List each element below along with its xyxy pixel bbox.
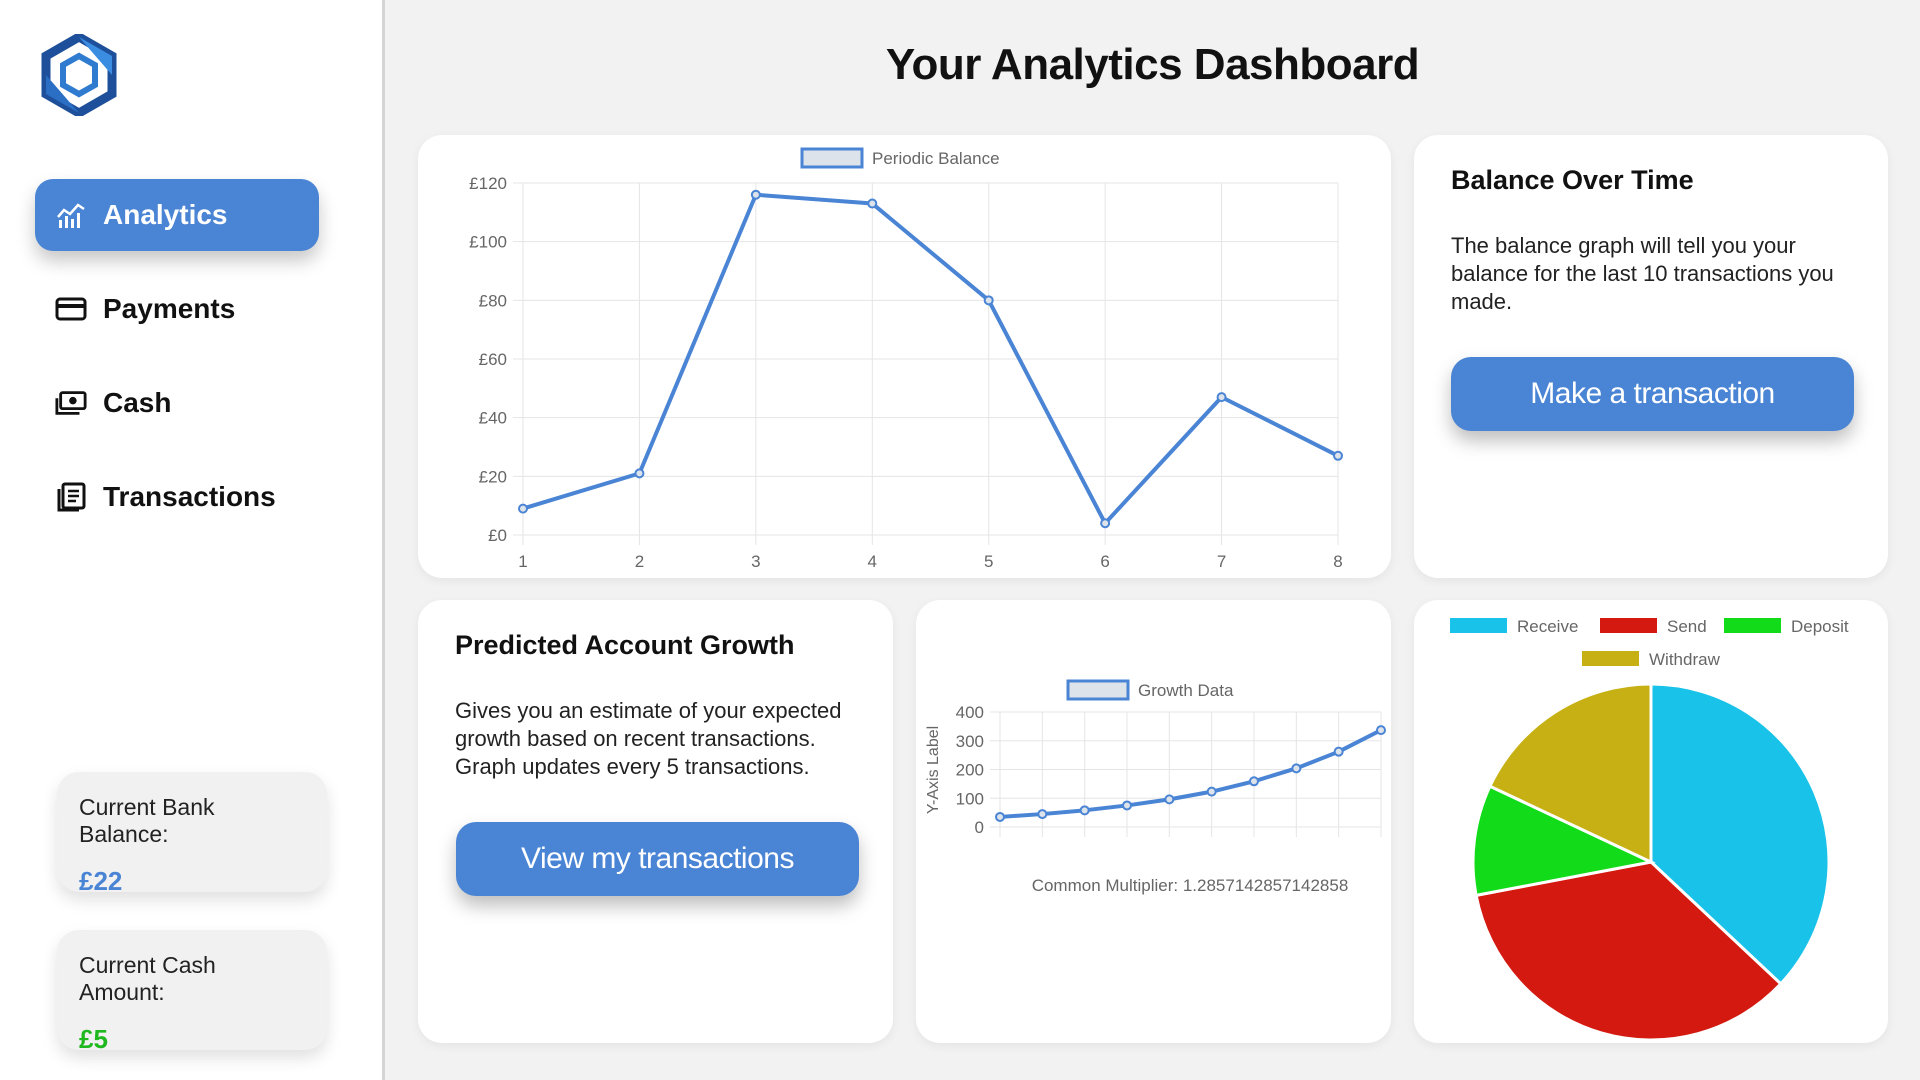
x-tick-label: 6 [1100,552,1109,571]
data-point [1206,786,1217,797]
data-point [1100,518,1111,529]
growth-info-card: Predicted Account Growth Gives you an es… [418,600,893,1043]
balance-info-title: Balance Over Time [1451,165,1694,195]
legend-label: Send [1667,617,1707,636]
legend-swatch [1450,618,1507,633]
credit-card-icon [55,293,87,325]
y-axis-label: Y-Axis Label [925,726,942,814]
data-point [1164,794,1175,805]
legend-label: Growth Data [1138,681,1234,700]
data-point [1122,800,1132,811]
data-point [1079,805,1090,816]
view-transactions-button[interactable]: View my transactions [456,822,859,896]
data-point [750,189,761,200]
sidebar-item-transactions[interactable]: Transactions [35,461,319,533]
data-point [867,198,878,209]
receipt-list-icon [55,481,87,513]
data-point [1216,392,1227,403]
y-tick-label: £40 [479,409,507,428]
balance-info-card: Balance Over Time The balance graph will… [1414,135,1888,578]
data-point [983,295,994,306]
legend-label: Receive [1517,617,1578,636]
bank-balance-card: Current Bank Balance: £22 [57,772,327,896]
data-point [995,811,1005,822]
data-point [1376,725,1386,736]
data-point [1037,809,1048,820]
x-tick-label: 4 [868,552,877,571]
y-tick-label: £120 [469,174,507,193]
analytics-chart-icon [55,199,87,231]
x-tick-label: 1 [518,552,527,571]
legend-label: Deposit [1791,617,1849,636]
pie-chart-card: Receive Send Deposit Withdraw [1414,600,1888,1043]
y-tick-label: £20 [479,467,507,486]
data-point [1249,776,1259,787]
x-tick-label: 5 [984,552,993,571]
bank-balance-value: £22 [79,866,123,896]
sidebar-item-label: Cash [103,387,172,418]
cash-icon [55,387,87,419]
balance-line-chart: Periodic Balance £0 £20 £40 £60 £80 £100 £120 1 2… [469,147,1343,571]
x-tick-label: 8 [1333,552,1342,571]
legend-swatch [1582,651,1639,666]
y-tick-label: 300 [956,732,984,751]
balance-info-text: The balance graph will tell you your bal… [1451,233,1834,314]
page-title: Your Analytics Dashboard [885,40,1420,89]
y-tick-label: 200 [956,761,984,780]
sidebar-item-label: Analytics [103,199,228,230]
growth-info-title: Predicted Account Growth [455,630,795,660]
x-tick-label: 3 [751,552,760,571]
data-point [1333,450,1343,461]
app-logo[interactable] [38,34,120,116]
sidebar-item-label: Payments [103,293,236,324]
y-tick-label: £80 [479,291,507,310]
growth-info-text: Gives you an estimate of your expected g… [455,698,842,779]
sidebar-item-analytics[interactable]: Analytics [35,179,319,251]
data-point [634,468,645,479]
sidebar-item-label: Transactions [103,481,276,512]
chart-annotation: Common Multiplier: 1.2857142857142858 [1032,876,1349,895]
data-point [1291,763,1302,774]
sidebar: Analytics Payments Cash Transactions Cur… [0,0,385,1080]
cash-amount-label: Current Cash Amount: [79,952,216,1005]
data-point [518,503,528,514]
cash-amount-card: Current Cash Amount: £5 [57,930,327,1054]
legend-swatch [1066,679,1130,701]
legend-swatch [1724,618,1781,633]
y-tick-label: 400 [956,703,984,722]
y-tick-label: 100 [956,789,984,808]
y-tick-label: £0 [488,526,507,545]
growth-line-chart: Growth Data 0 100 200 300 400 Y-Axis Label Comm… [925,679,1386,895]
sidebar-item-payments[interactable]: Payments [35,273,319,345]
y-tick-label: £100 [469,233,507,252]
sidebar-item-cash[interactable]: Cash [35,367,319,439]
make-transaction-button[interactable]: Make a transaction [1451,357,1854,431]
transaction-pie-chart: Receive Send Deposit Withdraw [1450,617,1849,1042]
cash-amount-value: £5 [79,1024,108,1054]
growth-chart-card: Growth Data 0 100 200 300 400 Y-Axis Label Comm… [916,600,1391,1043]
legend-swatch [1600,618,1657,633]
legend-swatch [800,147,864,169]
x-tick-label: 2 [635,552,644,571]
bank-balance-label: Current Bank Balance: [79,794,215,847]
balance-chart-card: Periodic Balance £0 £20 £40 £60 £80 £100 £120 1 2… [418,135,1391,578]
series-line [999,728,1382,819]
y-tick-label: 0 [975,818,984,837]
legend-label: Periodic Balance [872,149,1000,168]
y-tick-label: £60 [479,350,507,369]
data-point [1333,746,1344,757]
x-tick-label: 7 [1217,552,1226,571]
legend-label: Withdraw [1649,650,1721,669]
